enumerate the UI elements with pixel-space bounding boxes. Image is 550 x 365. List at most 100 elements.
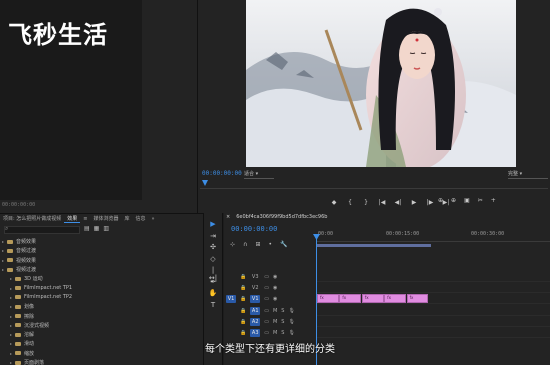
lock-icon[interactable]: 🔒 [240,274,246,280]
sync-lock-icon[interactable]: ▭ [264,319,269,325]
type-tool-icon[interactable]: T [208,301,218,310]
yuv-effects-icon[interactable]: ▥ [103,225,109,232]
video-clip[interactable]: fx [384,294,407,303]
track-target-toggle[interactable]: A1 [250,307,261,315]
effects-tree-item[interactable]: ▸ 划像 [2,302,200,311]
track-target-toggle[interactable]: V1 [250,295,261,303]
snap-icon[interactable]: ∩ [243,241,247,248]
effects-search-input[interactable] [4,226,80,234]
razor-tool-icon[interactable]: ◇ [208,255,218,264]
export-frame-button[interactable]: ▣ [464,197,470,204]
tab-media-browser[interactable]: 媒体浏览器 [91,215,122,222]
sync-lock-icon[interactable]: ▭ [264,308,269,314]
32bit-effects-icon[interactable]: ▦ [94,225,100,232]
effects-tree-item[interactable]: ▸ FilmImpact.net TP1 [2,283,200,292]
effects-tree-item[interactable]: ▸ 沉浸式视频 [2,321,200,330]
eye-icon[interactable]: ◉ [273,274,277,280]
slip-tool-icon[interactable]: |↔| [208,266,218,282]
wrench-icon[interactable]: 🔧 [280,241,287,248]
program-scrub-bar[interactable] [200,181,548,189]
lock-icon[interactable]: 🔒 [240,308,246,314]
tab-info[interactable]: 信息 [133,215,149,222]
sync-lock-icon[interactable]: ▭ [264,296,269,302]
extract-button[interactable]: ⊕ [451,197,456,204]
effects-tree-item[interactable]: ▸ 视频过渡 [2,265,200,274]
tab-effects[interactable]: 效果 [64,215,81,223]
audio-track-lane[interactable] [316,328,550,338]
add-marker-icon[interactable]: • [268,241,272,248]
timeline-timecode[interactable]: 00:00:00:00 [231,225,277,233]
microphone-icon[interactable]: 🎙 [288,308,294,314]
selection-tool-icon[interactable]: ▶ [208,220,218,229]
nest-toggle-icon[interactable]: ⊹ [230,241,235,248]
comparison-view-button[interactable]: ✂ [478,197,483,204]
button-editor-button[interactable]: + [491,197,496,204]
effects-tree-item[interactable]: ▸ 滑动 [2,339,200,348]
microphone-icon[interactable]: 🎙 [288,330,294,336]
tab-project[interactable]: 项目: 怎么把照片做成视频 [0,215,64,222]
lock-icon[interactable]: 🔒 [240,330,246,336]
effects-tree-item[interactable]: ▸ FilmImpact.net TP2 [2,293,200,302]
step-forward-button[interactable]: |▶ [426,199,434,206]
lock-icon[interactable]: 🔒 [240,285,246,291]
timeline-ruler[interactable]: 00:00 00:00:15:00 00:00:30:00 [316,228,550,242]
mute-button[interactable]: M [273,308,277,314]
close-icon[interactable]: × [226,214,230,220]
fit-dropdown[interactable]: 适合 ▾ [244,170,274,179]
solo-button[interactable]: S [281,308,284,314]
solo-button[interactable]: S [281,319,284,325]
track-select-tool-icon[interactable]: ⇥ [208,232,218,241]
video-clip[interactable]: fx [361,294,384,303]
track-target-toggle[interactable]: V3 [250,273,260,281]
effects-tree-item[interactable]: ▸ 擦除 [2,311,200,320]
mark-in-button[interactable]: { [346,199,354,206]
quality-dropdown[interactable]: 完整 ▾ [508,170,548,179]
source-patch-toggle[interactable]: V1 [226,295,236,303]
add-marker-button[interactable]: ◆ [330,199,338,206]
sync-lock-icon[interactable]: ▭ [264,330,269,336]
program-video-frame[interactable] [246,0,516,167]
lift-button[interactable]: ⊕ [438,197,443,204]
mute-button[interactable]: M [273,330,277,336]
sync-lock-icon[interactable]: ▭ [264,274,269,280]
video-track-lane[interactable] [316,272,550,282]
video-clip[interactable]: fx [317,294,339,303]
effects-tree-item[interactable]: ▸ 页面剥落 [2,358,200,365]
effects-tree-item[interactable]: ▸ 3D 运动 [2,274,200,283]
hand-tool-icon[interactable]: ✋ [208,289,218,298]
step-back-button[interactable]: ◀| [394,199,402,206]
effects-tree-item[interactable]: ▸ 音频效果 [2,237,200,246]
more-tabs-icon[interactable]: » [149,216,158,222]
audio-track-lane[interactable] [316,306,550,316]
tab-libraries[interactable]: 库 [122,215,133,222]
program-timecode[interactable]: 00:00:00:00 [202,170,242,177]
eye-icon[interactable]: ◉ [273,285,277,291]
track-target-toggle[interactable]: V2 [250,284,260,292]
video-clip[interactable]: fx [339,294,362,303]
mute-button[interactable]: M [273,319,277,325]
track-target-toggle[interactable]: A3 [250,329,261,337]
eye-icon[interactable]: ◉ [273,296,277,302]
effects-tree-item[interactable]: ▸ 溶解 [2,330,200,339]
lock-icon[interactable]: 🔒 [240,296,246,302]
panel-menu-icon[interactable]: ≡ [80,216,90,222]
audio-track-lane[interactable] [316,317,550,327]
effects-tree-item[interactable]: ▸ 缩放 [2,349,200,358]
accelerated-effects-icon[interactable]: ▤ [84,225,90,232]
work-area-bar[interactable] [316,244,431,247]
video-clip[interactable]: fx [406,294,429,303]
effects-tree-item[interactable]: ▸ 视频效果 [2,256,200,265]
mark-out-button[interactable]: } [362,199,370,206]
play-button[interactable]: ▶ [410,199,418,206]
solo-button[interactable]: S [281,330,284,336]
lock-icon[interactable]: 🔒 [240,319,246,325]
go-to-in-button[interactable]: |◀ [378,199,386,206]
timeline-sequence-tab[interactable]: × 6e0bf4ca306f99f9bd5d7dfbc3ec96b [226,214,327,220]
linked-selection-icon[interactable]: ⊞ [255,241,260,248]
pen-tool-icon[interactable]: ✒ [208,278,218,287]
ripple-edit-tool-icon[interactable]: ✣ [208,243,218,252]
video-track-lane[interactable] [316,283,550,293]
track-target-toggle[interactable]: A2 [250,318,261,326]
sync-lock-icon[interactable]: ▭ [264,285,269,291]
effects-tree-item[interactable]: ▸ 音频过渡 [2,246,200,255]
